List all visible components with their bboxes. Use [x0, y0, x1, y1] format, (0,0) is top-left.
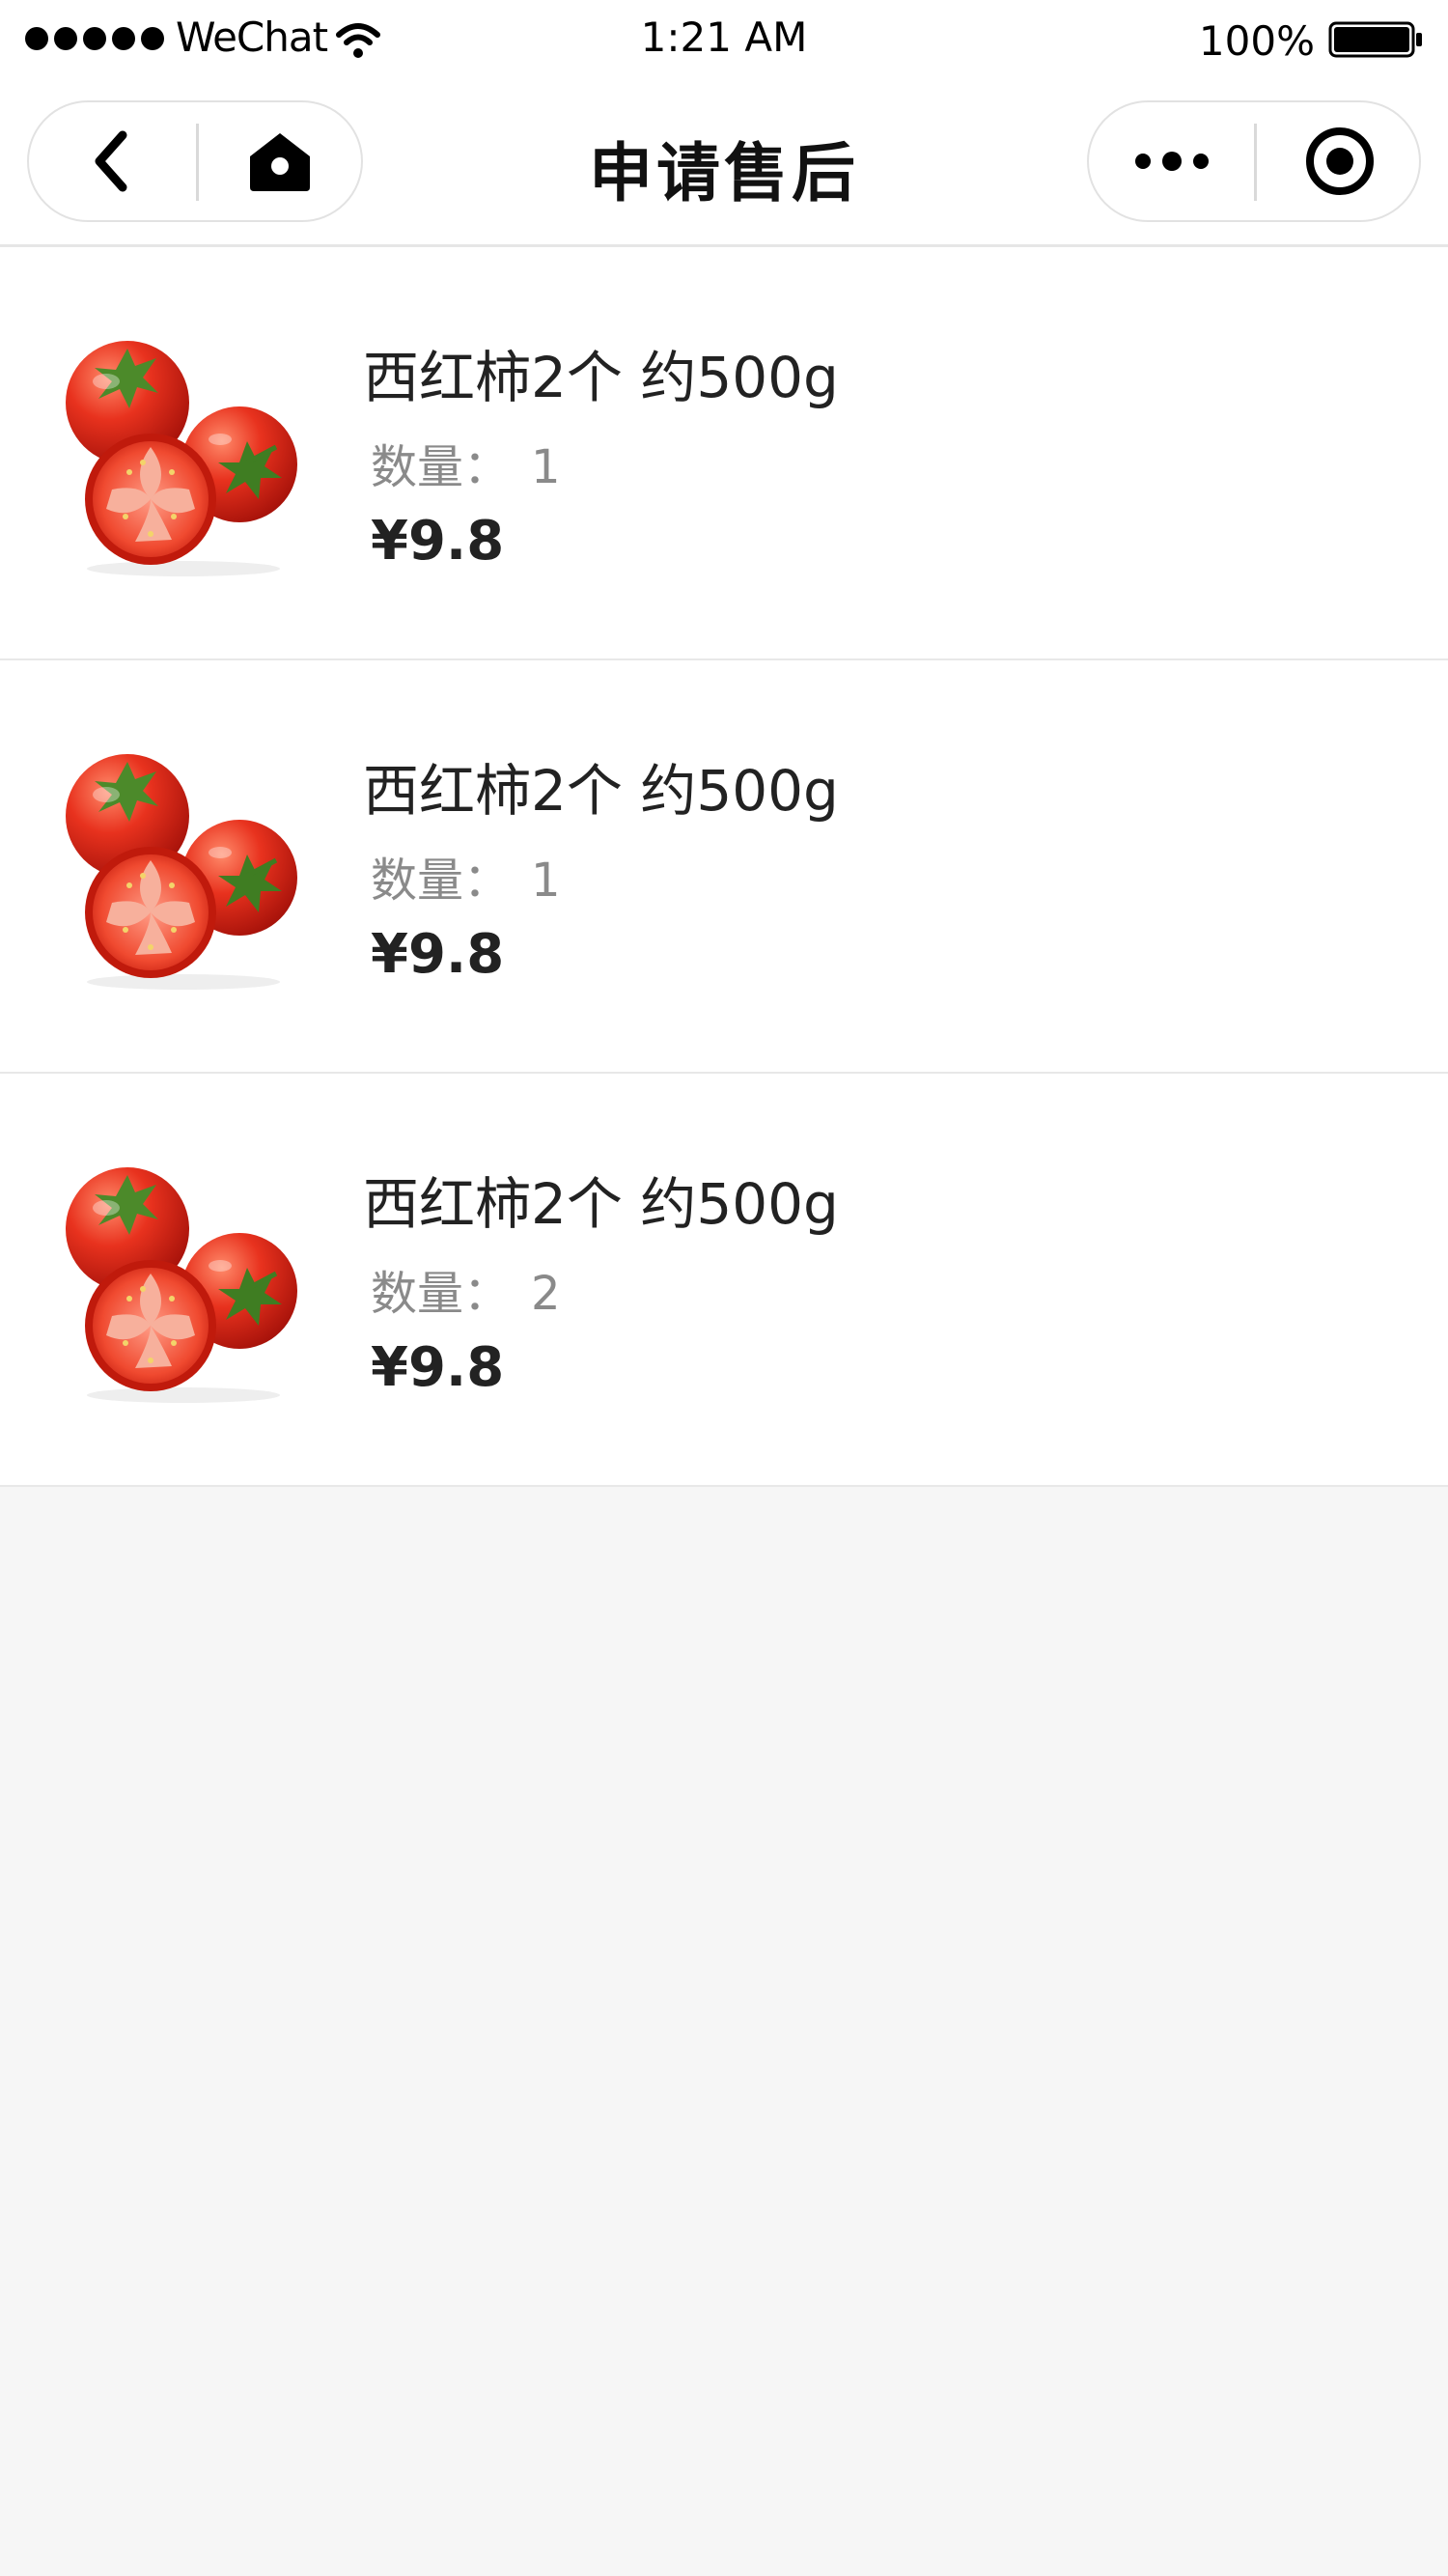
quantity-value: 1 — [531, 440, 561, 494]
tomato-image — [58, 741, 309, 992]
battery-icon — [1328, 21, 1422, 58]
product-price: ¥9.8 — [371, 1336, 505, 1399]
nav-bar: 申请售后 — [0, 81, 1448, 247]
quantity: 数量： 1 — [371, 842, 561, 910]
product-name: 西红柿2个 约500g — [363, 1171, 839, 1237]
tomato-image — [58, 327, 309, 578]
tomato-image — [58, 1154, 309, 1405]
close-button[interactable] — [1257, 102, 1423, 220]
quantity: 数量： 2 — [371, 1255, 561, 1323]
more-icon — [1135, 152, 1209, 171]
list-item[interactable]: 西红柿2个 约500g 数量： 1 ¥9.8 — [0, 247, 1448, 660]
quantity-label: 数量： — [371, 1267, 511, 1321]
close-circle-icon — [1306, 127, 1374, 195]
list-item[interactable]: 西红柿2个 约500g 数量： 1 ¥9.8 — [0, 660, 1448, 1074]
quantity-value: 1 — [531, 854, 561, 908]
product-price: ¥9.8 — [371, 923, 505, 986]
product-price: ¥9.8 — [371, 510, 505, 573]
quantity-label: 数量： — [371, 854, 511, 908]
list-item[interactable]: 西红柿2个 约500g 数量： 2 ¥9.8 — [0, 1074, 1448, 1487]
more-button[interactable] — [1089, 102, 1255, 220]
quantity-value: 2 — [531, 1267, 561, 1321]
product-list: 西红柿2个 约500g 数量： 1 ¥9.8 西红柿2个 约500g 数量： 1 ¥… — [0, 247, 1448, 1487]
product-name: 西红柿2个 约500g — [363, 758, 839, 824]
battery-percent: 100% — [1198, 17, 1315, 65]
status-bar: WeChat 1:21 AM 100% — [0, 0, 1448, 81]
product-name: 西红柿2个 约500g — [363, 345, 839, 410]
nav-right-capsule — [1087, 100, 1421, 222]
header: WeChat 1:21 AM 100% 申请售后 — [0, 0, 1448, 247]
quantity: 数量： 1 — [371, 429, 561, 496]
quantity-label: 数量： — [371, 440, 511, 494]
